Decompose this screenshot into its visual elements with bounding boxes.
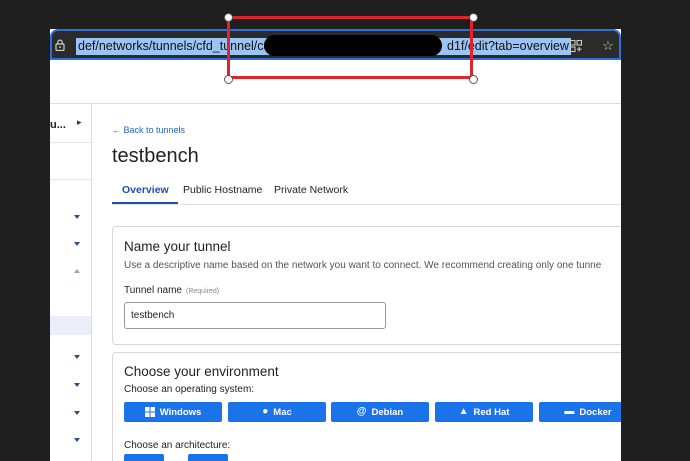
chevron-down-icon[interactable] <box>74 438 80 442</box>
os-redhat-button[interactable]: ▲ Red Hat <box>435 402 533 422</box>
tunnel-name-input[interactable]: testbench <box>124 302 386 329</box>
browser-window: def/networks/tunnels/cfd_tunnel/c8c d1f/… <box>50 29 621 461</box>
os-label-text: Debian <box>371 406 404 418</box>
environment-card: Choose your environment Choose an operat… <box>112 352 621 461</box>
active-tab-indicator <box>112 202 178 204</box>
os-windows-button[interactable]: Windows <box>124 402 222 422</box>
architecture-label: Choose an architecture: <box>124 440 231 451</box>
star-icon[interactable]: ☆ <box>601 39 615 53</box>
annotation-handle[interactable] <box>469 13 478 22</box>
main-content: ← Back to tunnels testbench Overview Pub… <box>92 104 621 461</box>
os-label-text: Red Hat <box>473 406 510 418</box>
arch-option-button[interactable] <box>124 454 164 461</box>
tab-bar: Overview Public Hostname Private Network <box>112 182 621 205</box>
required-marker: (Required) <box>186 288 220 295</box>
chevron-up-icon[interactable] <box>74 269 80 273</box>
chevron-down-icon[interactable] <box>74 383 80 387</box>
chevron-down-icon[interactable] <box>74 355 80 359</box>
os-label-text: Docker <box>579 406 612 418</box>
sidebar-divider <box>50 179 91 180</box>
annotation-highlight-box <box>227 16 473 79</box>
docker-icon: ▬ <box>564 406 575 417</box>
tunnel-name-label: Tunnel name (Required) <box>124 285 220 296</box>
sidebar: u... ▸ <box>50 104 92 461</box>
split-view-icon[interactable] <box>569 39 583 53</box>
tab-private-network[interactable]: Private Network <box>274 184 348 196</box>
chevron-down-icon[interactable] <box>74 215 80 219</box>
chevron-down-icon[interactable] <box>74 242 80 246</box>
back-to-tunnels-link[interactable]: ← Back to tunnels <box>112 125 185 135</box>
os-debian-button[interactable]: @ Debian <box>331 402 429 422</box>
windows-icon <box>144 407 155 417</box>
card-title: Name your tunnel <box>124 239 231 254</box>
os-docker-button[interactable]: ▬ Docker <box>539 402 621 422</box>
tab-overview[interactable]: Overview <box>122 184 169 196</box>
annotation-handle[interactable] <box>469 75 478 84</box>
os-label-text: Windows <box>159 406 202 418</box>
page-title: testbench <box>112 145 199 167</box>
os-mac-button[interactable]: ● Mac <box>228 402 326 422</box>
os-label-text: Mac <box>273 406 292 418</box>
tab-public-hostname[interactable]: Public Hostname <box>183 184 262 196</box>
caret-right-icon[interactable]: ▸ <box>77 117 82 128</box>
card-description: Use a descriptive name based on the netw… <box>124 260 602 271</box>
debian-icon: @ <box>356 406 367 417</box>
chevron-down-icon[interactable] <box>74 411 80 415</box>
card-title: Choose your environment <box>124 364 279 379</box>
arch-option-button[interactable] <box>188 454 228 461</box>
redhat-icon: ▲ <box>458 406 469 417</box>
sidebar-item-tunnels[interactable] <box>50 316 91 335</box>
annotation-handle[interactable] <box>224 75 233 84</box>
os-label: Choose an operating system: <box>124 384 255 395</box>
os-options: Windows ● Mac @ Debian ▲ Red Hat ▬ Docke… <box>124 402 621 422</box>
annotation-handle[interactable] <box>224 13 233 22</box>
sidebar-account-name[interactable]: u... <box>50 119 66 131</box>
apple-icon: ● <box>262 406 269 417</box>
lock-icon[interactable] <box>55 39 65 51</box>
name-tunnel-card: Name your tunnel Use a descriptive name … <box>112 226 621 345</box>
sidebar-divider <box>50 142 91 143</box>
